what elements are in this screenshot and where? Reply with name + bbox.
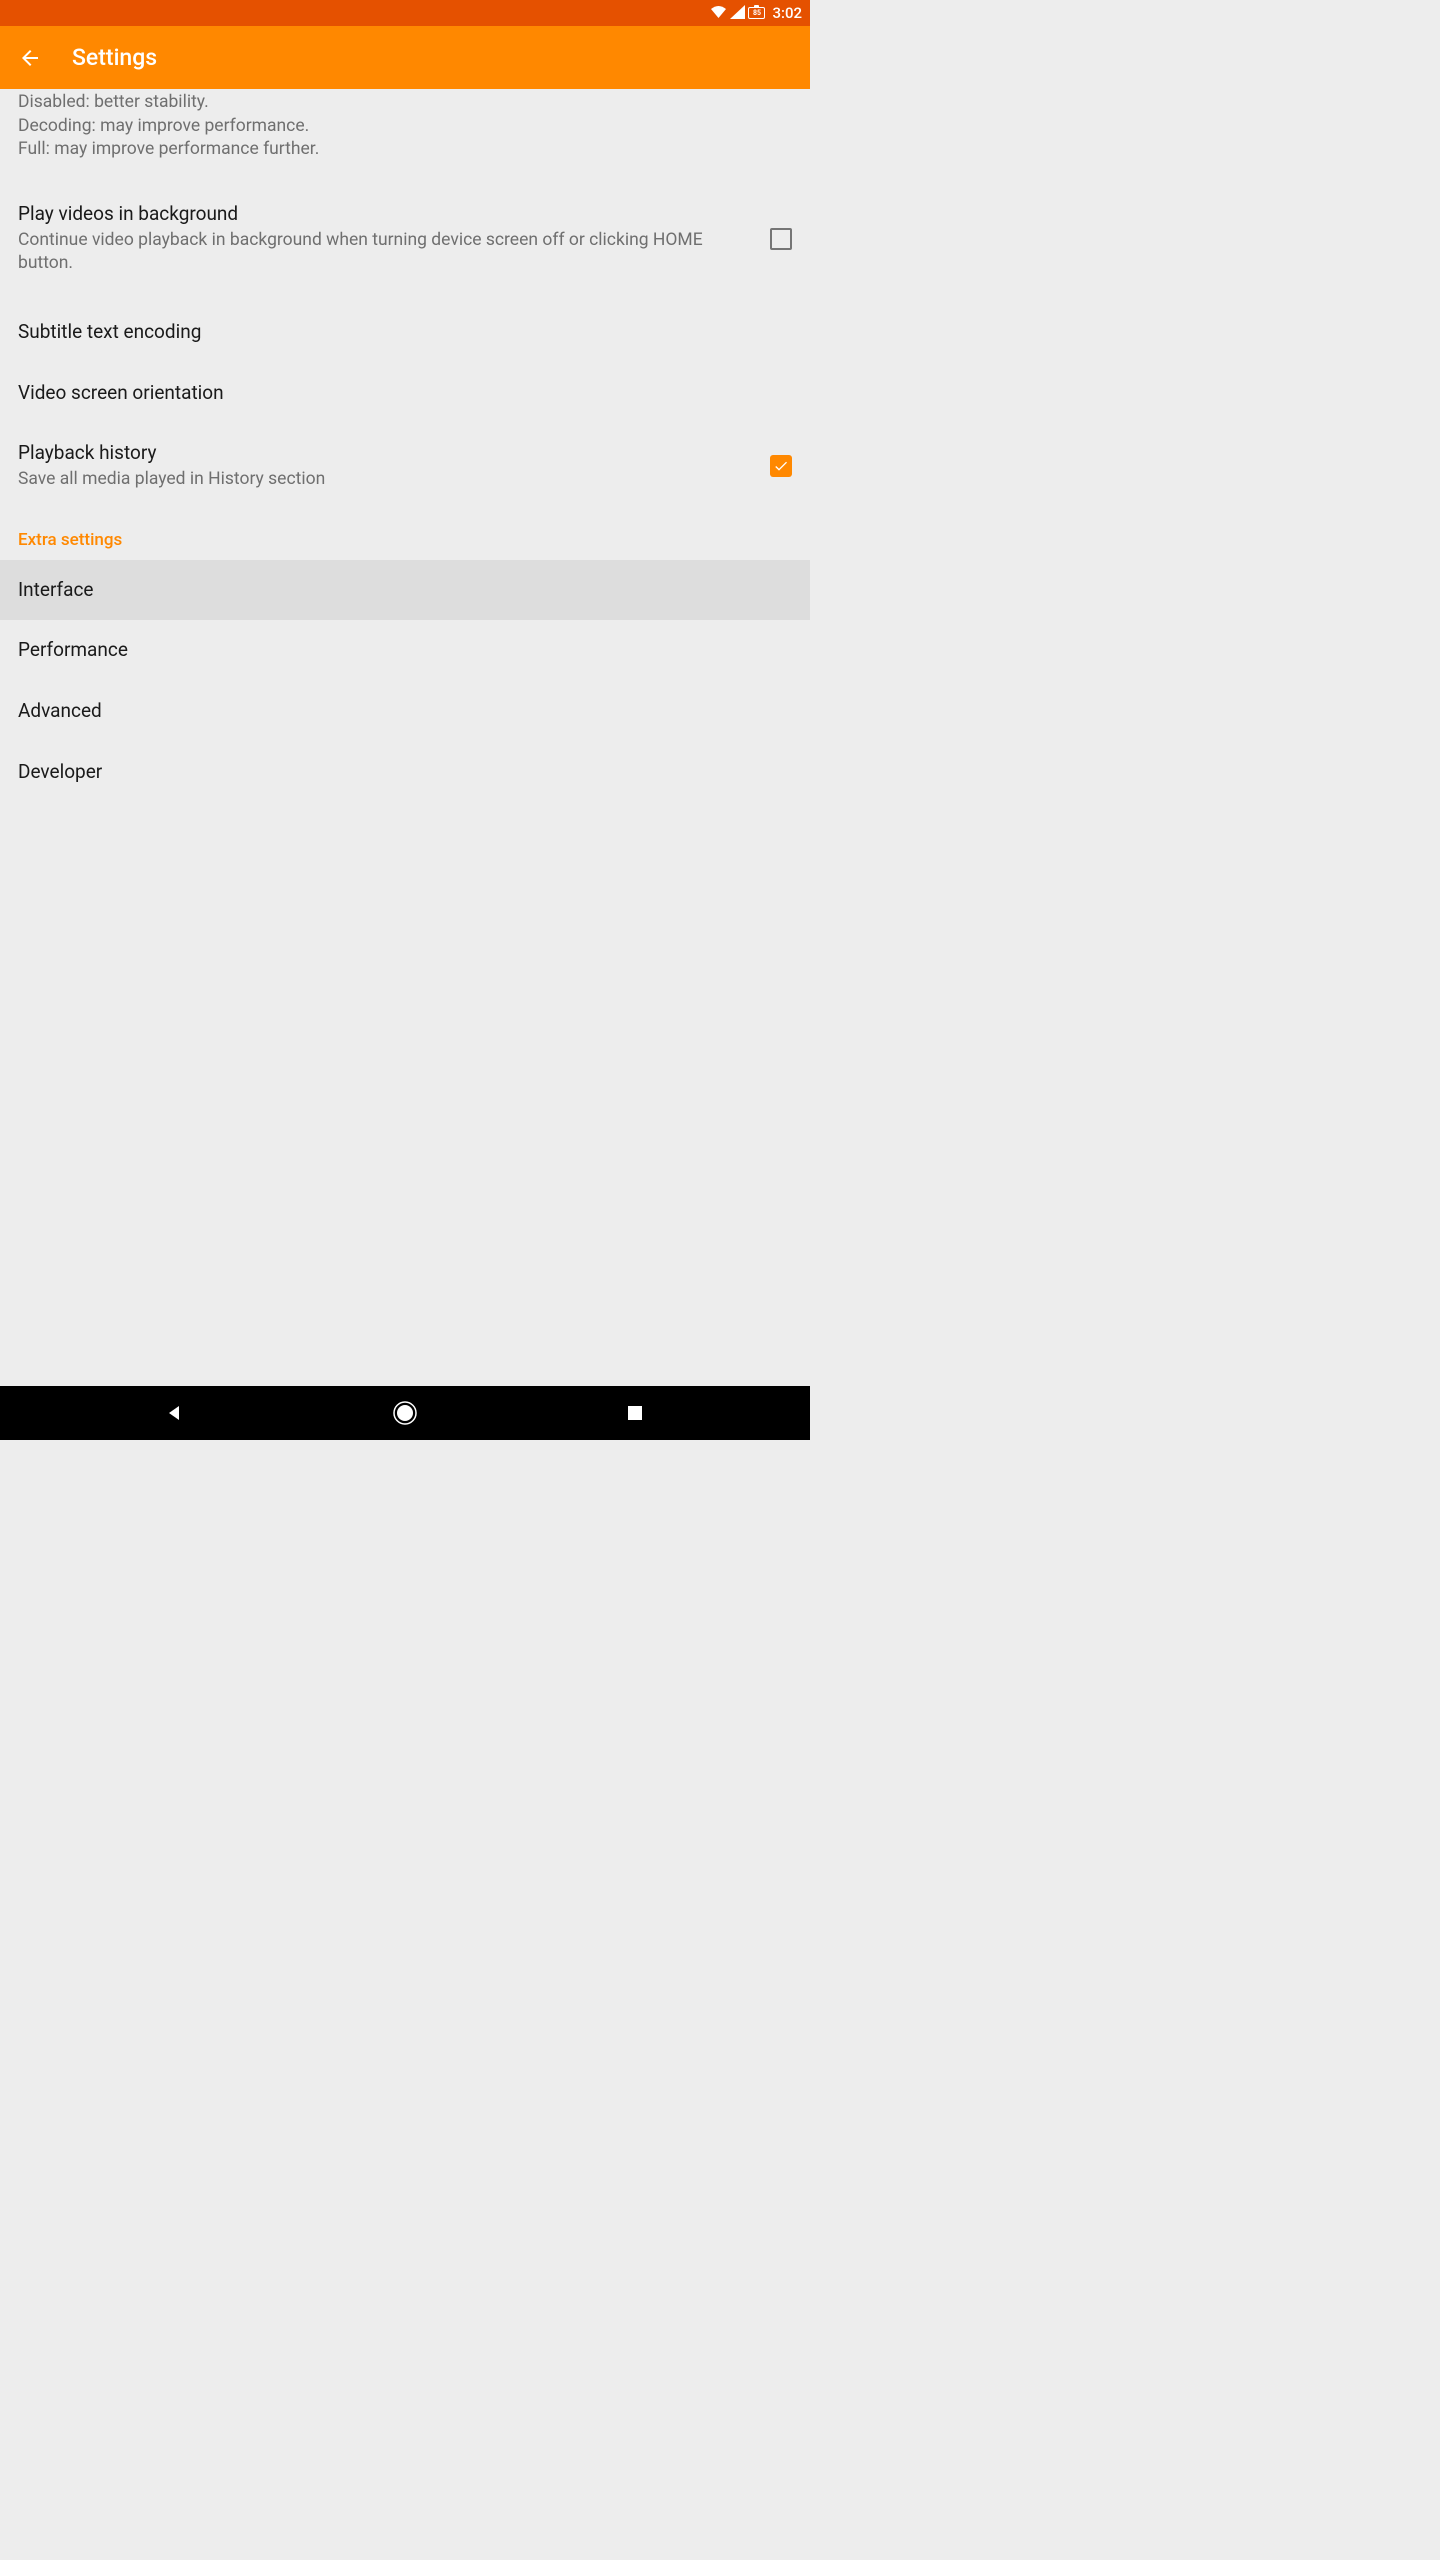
status-time: 3:02 <box>772 4 802 22</box>
setting-text: Video screen orientation <box>18 381 792 406</box>
setting-title: Video screen orientation <box>18 381 776 406</box>
setting-text: Developer <box>18 760 792 785</box>
setting-play-videos-background[interactable]: Play videos in background Continue video… <box>0 176 810 302</box>
wifi-icon <box>710 4 727 23</box>
setting-developer[interactable]: Developer <box>0 742 810 803</box>
setting-subtitle: Continue video playback in background wh… <box>18 229 754 276</box>
arrow-left-icon <box>18 46 42 70</box>
settings-content: Disabled: better stability. Decoding: ma… <box>0 89 810 1386</box>
setting-title: Play videos in background <box>18 202 754 227</box>
section-header-extra: Extra settings <box>0 510 810 560</box>
nav-home-button[interactable] <box>385 1393 425 1433</box>
triangle-back-icon <box>165 1403 185 1423</box>
setting-performance[interactable]: Performance <box>0 620 810 681</box>
nav-recent-button[interactable] <box>615 1393 655 1433</box>
setting-title: Developer <box>18 760 776 785</box>
setting-playback-history[interactable]: Playback history Save all media played i… <box>0 423 810 509</box>
setting-video-orientation[interactable]: Video screen orientation <box>0 363 810 424</box>
desc-line-2: Decoding: may improve performance. <box>18 115 792 139</box>
setting-title: Interface <box>18 578 776 603</box>
cellular-icon <box>730 4 745 23</box>
setting-text: Play videos in background Continue video… <box>18 202 770 276</box>
setting-text: Playback history Save all media played i… <box>18 441 770 491</box>
setting-title: Advanced <box>18 699 776 724</box>
navigation-bar <box>0 1386 810 1440</box>
page-title: Settings <box>72 44 157 71</box>
setting-text: Advanced <box>18 699 792 724</box>
app-bar: Settings <box>0 26 810 89</box>
setting-text: Subtitle text encoding <box>18 320 792 345</box>
setting-title: Subtitle text encoding <box>18 320 776 345</box>
status-bar: 85 3:02 <box>0 0 810 26</box>
setting-title: Playback history <box>18 441 754 466</box>
battery-icon: 85 <box>748 7 765 19</box>
checkbox-checked-icon[interactable] <box>770 455 792 477</box>
status-icons: 85 3:02 <box>710 4 802 23</box>
desc-line-1: Disabled: better stability. <box>18 91 792 115</box>
setting-subtitle: Save all media played in History section <box>18 468 754 492</box>
setting-interface[interactable]: Interface <box>0 560 810 621</box>
setting-advanced[interactable]: Advanced <box>0 681 810 742</box>
setting-subtitle-encoding[interactable]: Subtitle text encoding <box>0 302 810 363</box>
nav-back-button[interactable] <box>155 1393 195 1433</box>
back-button[interactable] <box>10 38 50 78</box>
square-recent-icon <box>626 1404 644 1422</box>
check-icon <box>773 458 789 474</box>
battery-level: 85 <box>753 9 761 17</box>
checkbox-unchecked-icon[interactable] <box>770 228 792 250</box>
hardware-accel-description: Disabled: better stability. Decoding: ma… <box>0 89 810 176</box>
circle-home-icon <box>392 1400 418 1426</box>
desc-line-3: Full: may improve performance further. <box>18 138 792 162</box>
setting-title: Performance <box>18 638 776 663</box>
setting-text: Interface <box>18 578 792 603</box>
setting-text: Performance <box>18 638 792 663</box>
